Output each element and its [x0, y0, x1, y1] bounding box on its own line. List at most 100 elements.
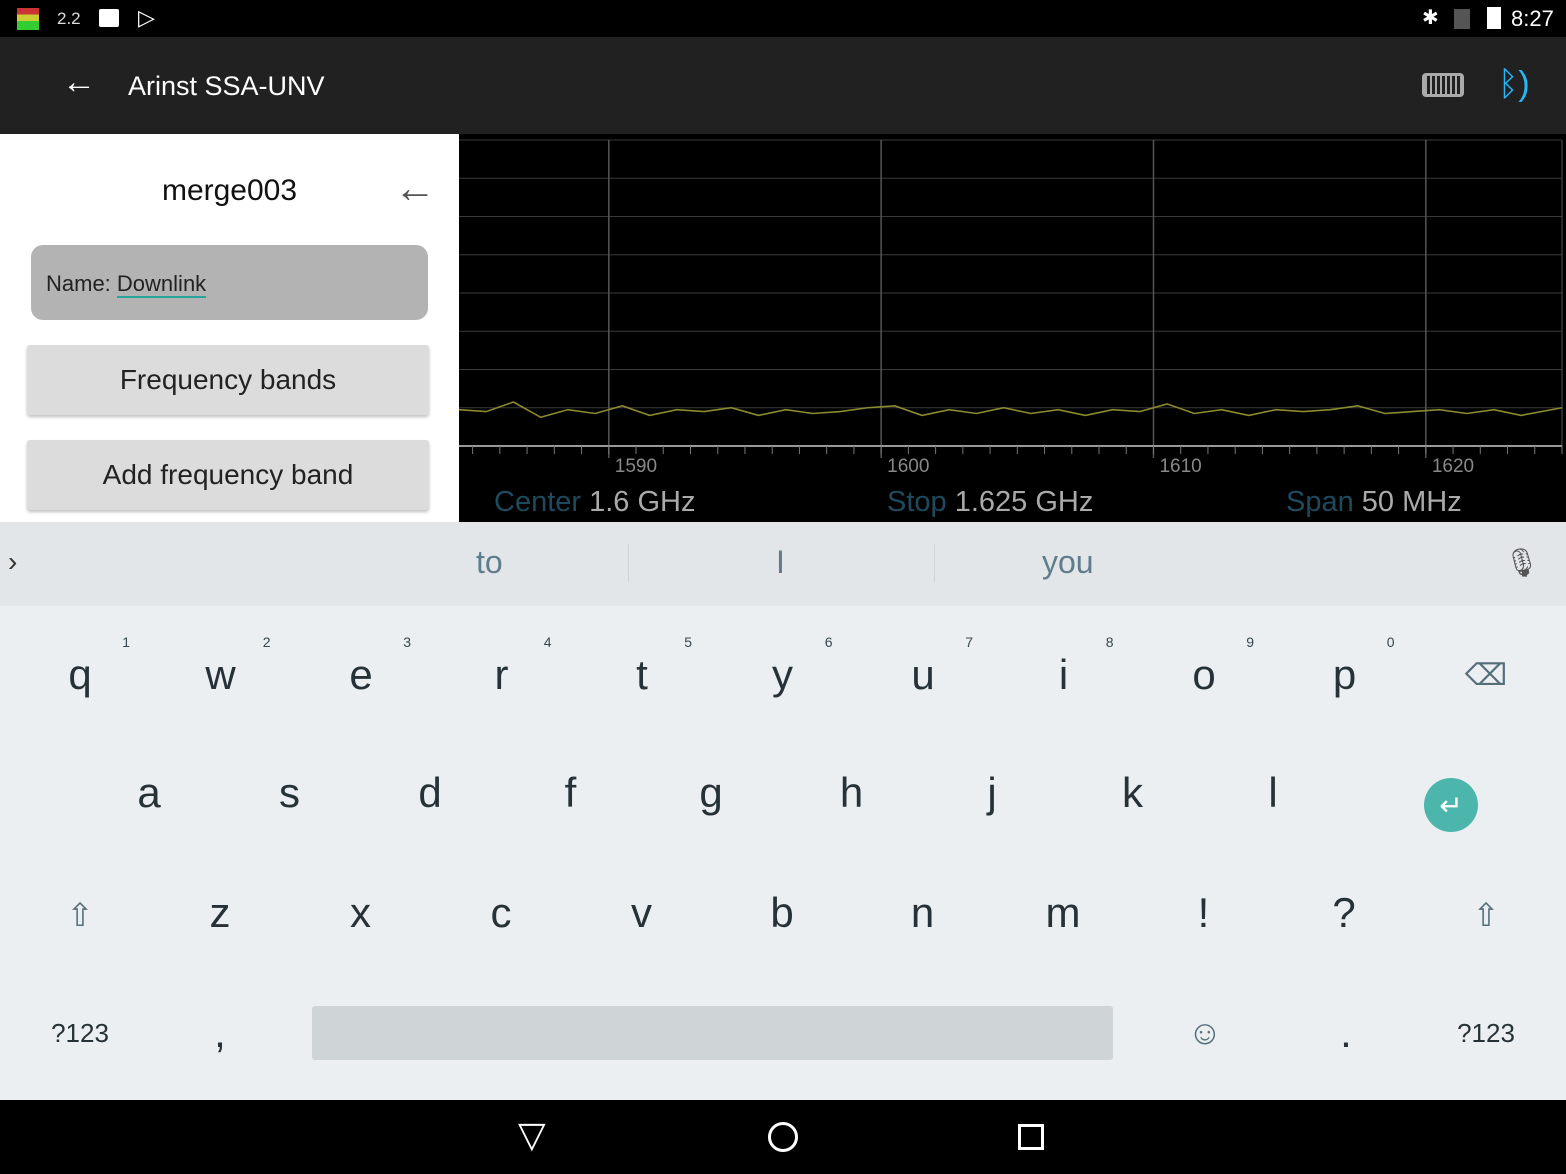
key-hint: 5 [684, 634, 692, 650]
shift-right-key[interactable]: ⇧ [1416, 860, 1556, 970]
key-j[interactable]: j [922, 738, 1062, 848]
symbols-label: ?123 [51, 1017, 109, 1048]
key-label: r [494, 651, 509, 698]
readout-label: Center [494, 486, 582, 518]
readout-label: Span [1286, 486, 1354, 518]
comma-key[interactable]: , [150, 978, 290, 1088]
indicator-text: 2.2 [57, 9, 81, 28]
key-e[interactable]: e3 [291, 620, 431, 730]
key-hint: 3 [403, 634, 411, 650]
period-key[interactable]: . [1276, 978, 1416, 1088]
name-label: Name: [46, 271, 117, 296]
key-r[interactable]: r4 [432, 620, 572, 730]
readout-span: Span 50 MHz [1286, 486, 1462, 519]
key-u[interactable]: u7 [853, 620, 993, 730]
key-s[interactable]: s [220, 738, 360, 848]
readout-value: 50 MHz [1361, 486, 1462, 518]
key-h[interactable]: h [782, 738, 922, 848]
battery-charging-icon [1487, 7, 1501, 29]
suggestion-3[interactable]: you [1042, 544, 1094, 581]
enter-key[interactable]: ↵ [1381, 750, 1521, 860]
key-n[interactable]: n [853, 858, 993, 968]
x-tick-label: 1620 [1431, 456, 1475, 477]
name-value[interactable]: Downlink [116, 271, 207, 298]
suggestion-bar: › to I you 🎙 [0, 522, 1566, 606]
x-tick-label: 1600 [887, 456, 930, 477]
key-g[interactable]: g [641, 738, 781, 848]
back-arrow-icon[interactable]: ← [62, 63, 96, 102]
key-label: p [1332, 651, 1357, 698]
frequency-bands-button[interactable]: Frequency bands [27, 345, 429, 415]
key-hint: 1 [122, 634, 130, 650]
clock: 8:27 [1511, 6, 1554, 31]
backspace-icon: ⌫ [1464, 658, 1508, 692]
space-bar[interactable] [312, 1006, 1113, 1060]
key-l[interactable]: l [1203, 738, 1343, 848]
key-t[interactable]: t5 [572, 620, 712, 730]
key-?[interactable]: ? [1274, 858, 1414, 968]
key-b[interactable]: b [712, 858, 852, 968]
key-o[interactable]: o9 [1134, 620, 1274, 730]
divider [628, 544, 629, 582]
bluetooth-icon: ✱ [1422, 7, 1439, 29]
no-sim-icon [1454, 9, 1470, 29]
divider [934, 544, 935, 582]
key-x[interactable]: x [291, 858, 431, 968]
bluetooth-connected-icon[interactable]: ᛒ) [1498, 65, 1530, 104]
key-![interactable]: ! [1134, 858, 1274, 968]
key-v[interactable]: v [572, 858, 712, 968]
key-m[interactable]: m [993, 858, 1133, 968]
emoji-icon: ☺ [1187, 1013, 1223, 1052]
key-hint: 0 [1386, 634, 1395, 650]
symbols-key-left[interactable]: ?123 [10, 978, 150, 1088]
key-k[interactable]: k [1063, 738, 1203, 848]
key-hint: 8 [1105, 634, 1114, 650]
suggestion-2[interactable]: I [776, 544, 785, 581]
key-hint: 7 [965, 634, 973, 650]
app-bar: ← Arinst SSA-UNV ᛒ) [0, 37, 1566, 134]
nav-recents-icon[interactable] [1018, 1124, 1044, 1150]
key-hint: 6 [824, 634, 833, 650]
key-y[interactable]: y6 [713, 620, 853, 730]
add-frequency-band-button[interactable]: Add frequency band [27, 440, 429, 510]
key-label: e [349, 651, 373, 698]
emoji-key[interactable]: ☺ [1135, 978, 1275, 1088]
shift-icon: ⇧ [66, 897, 94, 933]
key-c[interactable]: c [431, 858, 571, 968]
key-label: q [68, 651, 92, 698]
device-battery-icon [1422, 73, 1464, 97]
expand-chevron-icon[interactable]: › [8, 546, 17, 578]
key-d[interactable]: d [360, 738, 500, 848]
key-label: y [772, 651, 793, 698]
symbols-label: ?123 [1457, 1017, 1515, 1048]
key-f[interactable]: f [501, 738, 641, 848]
key-label: u [911, 651, 935, 698]
key-hint: 2 [262, 634, 271, 650]
key-a[interactable]: a [79, 738, 219, 848]
equalizer-icon [17, 8, 39, 30]
key-z[interactable]: z [150, 858, 290, 968]
shift-left-key[interactable]: ⇧ [10, 860, 150, 970]
nav-home-icon[interactable] [768, 1122, 798, 1152]
app-title: Arinst SSA-UNV [128, 71, 325, 101]
backspace-key[interactable]: ⌫ [1416, 620, 1556, 730]
readout-center: Center 1.6 GHz [494, 486, 695, 519]
key-w[interactable]: w2 [151, 620, 291, 730]
name-field[interactable]: Name: Downlink [31, 245, 428, 320]
key-p[interactable]: p0 [1275, 620, 1415, 730]
comma-label: , [214, 1009, 226, 1056]
navigation-bar: ▽ [0, 1100, 1566, 1174]
image-icon [99, 9, 119, 27]
microphone-icon[interactable]: 🎙 [1504, 546, 1540, 579]
nav-back-icon[interactable]: ▽ [518, 1114, 546, 1156]
suggestion-1[interactable]: to [476, 544, 503, 581]
x-tick-label: 1590 [614, 456, 658, 477]
key-q[interactable]: q1 [10, 620, 150, 730]
keyboard: › to I you 🎙 q 1 w 2 e 3 r 4 t 5 y 6 u 7 i 8 o 9 p 0 ⌫ a s d f g h… [0, 522, 1566, 1100]
key-hint: 4 [543, 634, 552, 650]
key-label: w [205, 651, 236, 698]
symbols-key-right[interactable]: ?123 [1416, 978, 1556, 1088]
key-i[interactable]: i8 [994, 620, 1134, 730]
panel-back-icon[interactable]: ← [394, 164, 436, 212]
spectrum-chart[interactable]: 1590 1600 1610 1620 Center 1.6 GHz Stop 1.62… [458, 134, 1566, 522]
